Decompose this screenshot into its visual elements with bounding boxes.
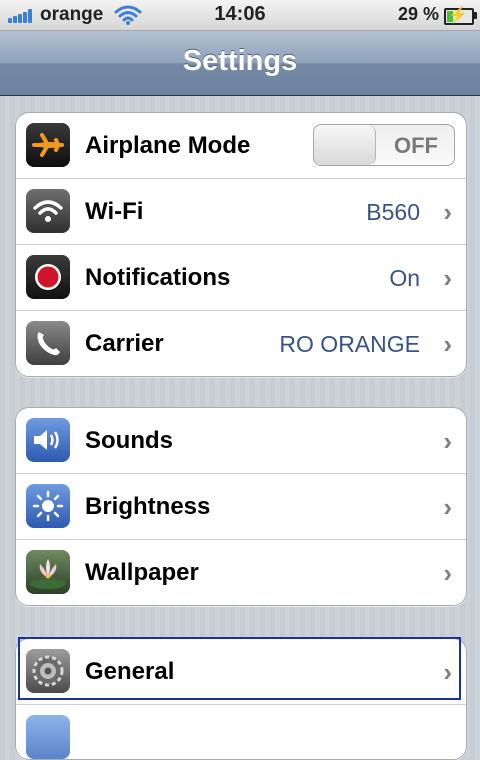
battery-percent: 29 % [398,4,440,24]
wallpaper-label: Wallpaper [85,559,199,586]
chevron-right-icon: › [443,197,452,227]
sun-icon [26,484,70,528]
row-wallpaper[interactable]: Wallpaper › [16,539,466,605]
row-sounds[interactable]: Sounds › [16,408,466,473]
phone-icon [26,321,70,365]
settings-group-system: General › [15,638,467,760]
notifications-value: On [389,265,420,291]
chevron-right-icon: › [443,426,452,456]
notifications-icon [26,255,70,299]
row-wifi[interactable]: Wi-Fi B560 › [16,178,466,244]
row-carrier[interactable]: Carrier RO ORANGE › [16,310,466,376]
settings-group-display: Sounds › Brightness › Wallpaper › [15,407,467,606]
settings-group-network: Airplane Mode OFF Wi-Fi B560 › Notificat… [15,112,467,377]
airplane-icon [26,123,70,167]
sounds-label: Sounds [85,427,173,454]
toggle-state: OFF [394,133,438,158]
airplane-mode-toggle[interactable]: OFF [313,124,455,166]
chevron-right-icon: › [443,263,452,293]
chevron-right-icon: › [443,558,452,588]
carrier-label: Carrier [85,330,164,357]
speaker-icon [26,418,70,462]
row-brightness[interactable]: Brightness › [16,473,466,539]
gear-icon [26,649,70,693]
airplane-mode-label: Airplane Mode [85,132,251,159]
flower-icon [26,550,70,594]
row-notifications[interactable]: Notifications On › [16,244,466,310]
row-partial-next[interactable] [16,704,466,759]
general-label: General [85,658,175,685]
status-bar: orange 14:06 29 % ⚡ [0,0,480,31]
notifications-label: Notifications [85,264,231,291]
chevron-right-icon: › [443,657,452,687]
chevron-right-icon: › [443,492,452,522]
partial-icon [26,715,70,759]
page-title: Settings [182,45,298,77]
chevron-right-icon: › [443,329,452,359]
navigation-bar: Settings [0,31,480,96]
carrier-value: RO ORANGE [279,331,420,357]
toggle-knob [314,125,376,165]
charging-bolt-icon: ⚡ [448,7,468,24]
row-airplane-mode: Airplane Mode OFF [16,113,466,178]
row-general[interactable]: General › [16,639,466,704]
brightness-label: Brightness [85,493,211,520]
wifi-value: B560 [366,199,420,225]
wifi-icon [26,189,70,233]
battery-tip [474,12,477,19]
wifi-label: Wi-Fi [85,198,144,225]
